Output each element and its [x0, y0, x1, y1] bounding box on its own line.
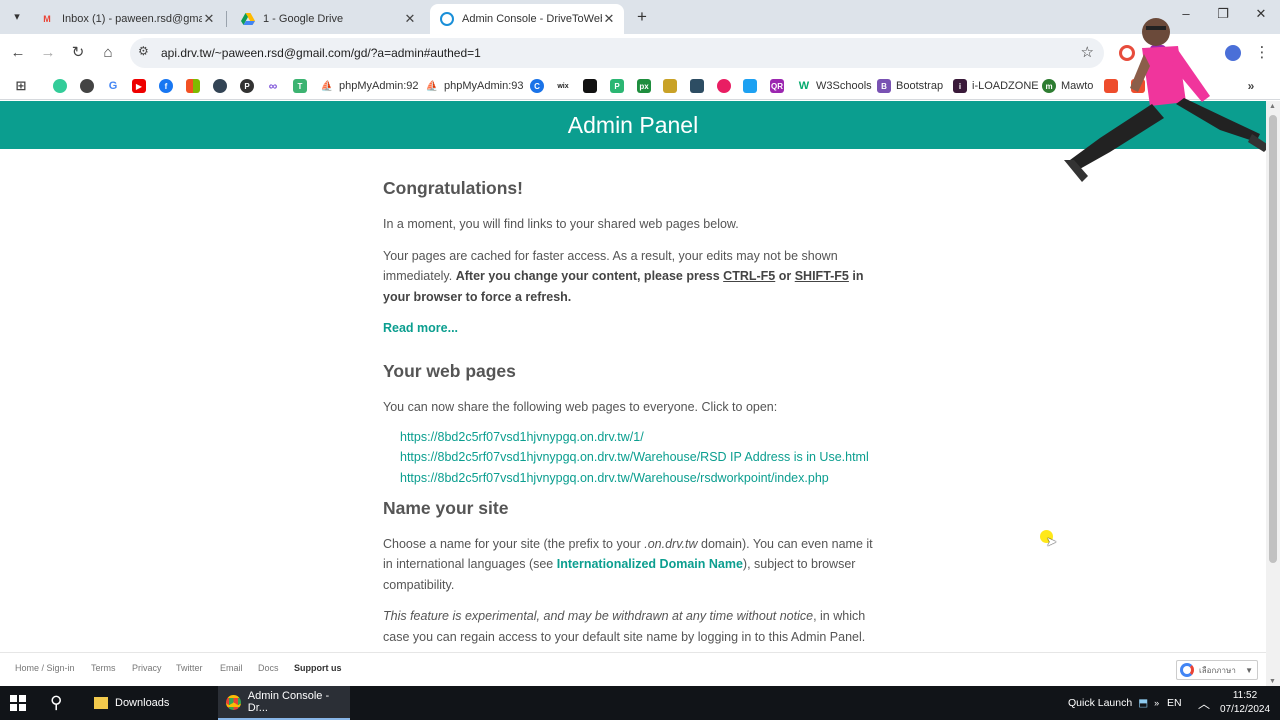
- jumping-person-overlay: [1064, 18, 1270, 182]
- bookmark-phpmyadmin-92[interactable]: ⛵ phpMyAdmin:92: [320, 77, 419, 95]
- tab-separator: [226, 11, 227, 27]
- tab-admin-console[interactable]: Admin Console - DriveToWeb ✕: [430, 4, 624, 34]
- web-page-link[interactable]: https://8bd2c5rf07vsd1hjvnypgq.on.drv.tw…: [400, 447, 883, 467]
- input-language[interactable]: EN: [1167, 686, 1182, 720]
- qr-icon[interactable]: QR: [770, 77, 784, 95]
- bookmark-icon[interactable]: P: [610, 77, 624, 95]
- chevron-down-icon: ▼: [1245, 665, 1253, 675]
- globe-icon[interactable]: [80, 77, 94, 95]
- folder-icon: [94, 697, 108, 709]
- read-more-link[interactable]: Read more...: [383, 321, 458, 335]
- bookmark-icon[interactable]: [53, 77, 67, 95]
- bookmark-icon[interactable]: [690, 77, 704, 95]
- taskbar-chrome[interactable]: Admin Console - Dr...: [218, 686, 350, 720]
- web-pages-heading: Your web pages: [383, 360, 516, 381]
- experimental-notice: This feature is experimental, and may be…: [383, 609, 866, 644]
- name-site-heading: Name your site: [383, 497, 509, 518]
- url-text[interactable]: api.drv.tw/~paween.rsd@gmail.com/gd/?a=a…: [161, 46, 481, 60]
- web-page-link[interactable]: https://8bd2c5rf07vsd1hjvnypgq.on.drv.tw…: [400, 427, 883, 447]
- page-footer: Home / Sign-in Terms Privacy Twitter Ema…: [0, 652, 1266, 686]
- footer-link-twitter[interactable]: Twitter: [176, 663, 203, 673]
- drivetoweb-icon: [440, 12, 454, 26]
- youtube-icon[interactable]: ▶: [132, 77, 146, 95]
- gmail-icon: M: [43, 14, 51, 24]
- page-title: Admin Panel: [567, 112, 699, 138]
- forward-icon[interactable]: →: [38, 43, 58, 63]
- system-clock[interactable]: 11:52 07/12/2024: [1214, 689, 1276, 717]
- google-icon[interactable]: G: [106, 77, 120, 95]
- system-tray-chevron-icon[interactable]: ︿: [1198, 686, 1210, 720]
- chevron-right-icon: »: [1154, 698, 1160, 708]
- bookmark-w3schools[interactable]: W W3Schools: [797, 77, 872, 95]
- web-pages-intro: You can now share the following web page…: [383, 399, 778, 414]
- congrats-heading: Congratulations!: [383, 178, 523, 198]
- web-page-link[interactable]: https://8bd2c5rf07vsd1hjvnypgq.on.drv.tw…: [400, 468, 883, 488]
- bookmark-icon[interactable]: [213, 77, 227, 95]
- back-icon[interactable]: ←: [8, 43, 28, 63]
- facebook-icon[interactable]: f: [159, 77, 173, 95]
- bookmark-icon[interactable]: [717, 77, 731, 95]
- bookmark-bootstrap[interactable]: B Bootstrap: [877, 77, 943, 95]
- infinity-icon[interactable]: ∞: [266, 77, 280, 95]
- home-icon[interactable]: ⌂: [98, 43, 118, 63]
- new-tab-icon[interactable]: +: [632, 7, 652, 27]
- close-tab-icon[interactable]: ✕: [403, 11, 417, 27]
- reload-icon[interactable]: ↻: [68, 43, 88, 63]
- main-content: Congratulations! In a moment, you will f…: [383, 176, 883, 658]
- page-scrollbar[interactable]: ▲ ▼: [1266, 101, 1280, 686]
- windows-start-icon[interactable]: [10, 686, 32, 720]
- tab-title: 1 - Google Drive: [263, 13, 344, 25]
- apps-grid-icon[interactable]: ⊞: [14, 77, 28, 95]
- web-page-links: https://8bd2c5rf07vsd1hjvnypgq.on.drv.tw…: [400, 427, 883, 488]
- idn-link[interactable]: Internationalized Domain Name: [557, 557, 743, 571]
- close-tab-icon[interactable]: ✕: [202, 11, 216, 27]
- search-icon[interactable]: ⚲: [50, 686, 72, 720]
- footer-link-docs[interactable]: Docs: [258, 663, 279, 673]
- ctrl-f5-key: CTRL-F5: [723, 269, 776, 283]
- shift-f5-key: SHIFT-F5: [794, 269, 849, 283]
- quick-launch[interactable]: Quick Launch ⬒ »: [1068, 686, 1159, 720]
- intro-text: In a moment, you will find links to your…: [383, 217, 739, 231]
- footer-link-privacy[interactable]: Privacy: [132, 663, 162, 673]
- google-translate-icon: [1180, 663, 1194, 677]
- scroll-up-icon[interactable]: ▲: [1269, 103, 1276, 110]
- footer-link-terms[interactable]: Terms: [91, 663, 116, 673]
- bookmark-icon[interactable]: [743, 77, 757, 95]
- bookmark-icon[interactable]: C: [530, 77, 544, 95]
- footer-link-email[interactable]: Email: [220, 663, 243, 673]
- bookmark-t-icon[interactable]: T: [293, 77, 307, 95]
- tab-title: Inbox (1) - paween.rsd@gmail.c: [62, 13, 202, 25]
- footer-link-home[interactable]: Home / Sign-in: [15, 663, 75, 673]
- chrome-icon: [226, 694, 241, 710]
- bookmark-icon[interactable]: px: [637, 77, 651, 95]
- quick-launch-icon: ⬒: [1138, 697, 1149, 709]
- language-select[interactable]: เลือกภาษา ▼: [1176, 660, 1258, 680]
- tab-search-icon[interactable]: ▾: [6, 5, 28, 27]
- google-drive-icon: [241, 12, 255, 26]
- mouse-cursor-icon: ➤: [1046, 534, 1057, 549]
- bookmark-icon[interactable]: [583, 77, 597, 95]
- bookmark-p-icon[interactable]: P: [240, 77, 254, 95]
- tab-gmail[interactable]: M Inbox (1) - paween.rsd@gmail.c ✕: [30, 4, 224, 34]
- taskbar-downloads[interactable]: Downloads: [86, 686, 214, 720]
- close-tab-icon[interactable]: ✕: [602, 11, 616, 27]
- bookmark-phpmyadmin-93[interactable]: ⛵ phpMyAdmin:93: [425, 77, 524, 95]
- footer-link-support[interactable]: Support us: [294, 663, 342, 673]
- microsoft-icon[interactable]: [186, 77, 200, 95]
- language-select-label: เลือกภาษา: [1199, 665, 1236, 675]
- tab-google-drive[interactable]: 1 - Google Drive ✕: [231, 4, 425, 34]
- scroll-down-icon[interactable]: ▼: [1269, 678, 1276, 685]
- bookmark-icon[interactable]: [663, 77, 677, 95]
- site-info-icon[interactable]: ⚙: [138, 44, 149, 58]
- bookmark-i-loadzone[interactable]: i i-LOADZONE: [953, 77, 1039, 95]
- cache-notice: Your pages are cached for faster access.…: [383, 248, 864, 304]
- scrollbar-thumb[interactable]: [1269, 115, 1277, 563]
- name-site-description: Choose a name for your site (the prefix …: [383, 536, 873, 592]
- address-bar[interactable]: ⚙ api.drv.tw/~paween.rsd@gmail.com/gd/?a…: [130, 38, 1104, 68]
- wix-icon[interactable]: wix: [556, 77, 570, 95]
- windows-taskbar: ⚲ Downloads Admin Console - Dr... Quick …: [0, 686, 1280, 720]
- tab-title: Admin Console - DriveToWeb: [462, 13, 602, 25]
